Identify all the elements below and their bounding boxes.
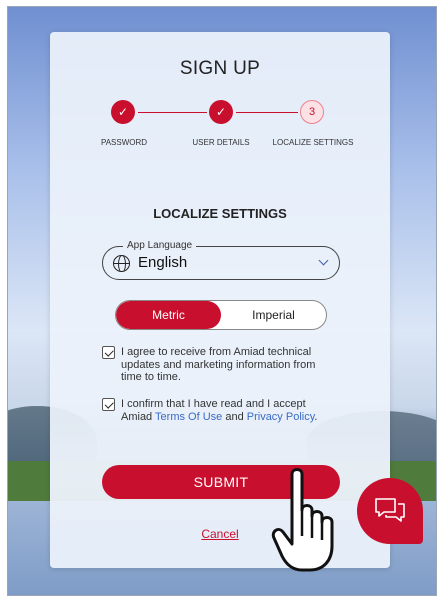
unit-toggle: Metric Imperial [115, 300, 327, 330]
page-title: SIGN UP [179, 58, 261, 79]
terms-consent-checkbox[interactable] [102, 398, 115, 411]
step-label-password: PASSWORD [100, 138, 148, 147]
cancel-link[interactable]: Cancel [50, 527, 390, 541]
step-password-check-icon: ✓ [111, 100, 135, 124]
chat-bubbles-icon [375, 498, 405, 522]
step-localize-number: 3 [300, 100, 324, 124]
app-language-select[interactable]: App Language English [102, 240, 340, 280]
step-connector [138, 112, 207, 113]
chevron-down-icon[interactable] [318, 255, 329, 266]
globe-icon [113, 255, 130, 272]
imperial-option[interactable]: Imperial [221, 301, 326, 329]
app-language-label: App Language [123, 240, 197, 251]
section-heading: LOCALIZE SETTINGS [153, 206, 287, 221]
marketing-consent: I agree to receive from Amiad technical … [102, 346, 332, 384]
step-connector [236, 112, 298, 113]
step-label-user-details: USER DETAILS [192, 138, 250, 147]
submit-button[interactable]: SUBMIT [102, 465, 340, 499]
chat-button[interactable] [357, 478, 423, 544]
step-label-localize-settings: LOCALIZE SETTINGS [272, 138, 354, 147]
metric-option[interactable]: Metric [116, 301, 221, 329]
marketing-consent-text: I agree to receive from Amiad technical … [121, 346, 316, 383]
step-user-details-check-icon: ✓ [209, 100, 233, 124]
marketing-consent-checkbox[interactable] [102, 346, 115, 359]
app-language-value: English [138, 254, 188, 271]
